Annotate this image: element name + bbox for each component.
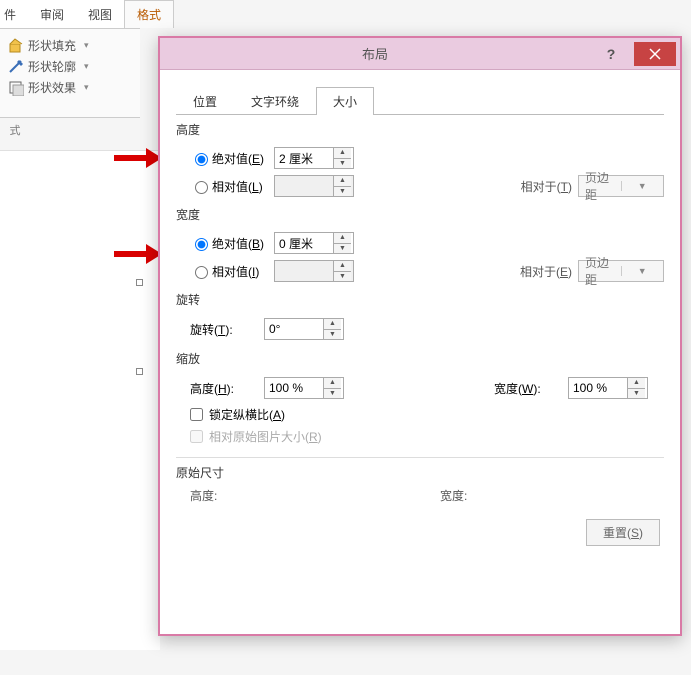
shape-effects-button[interactable]: 形状效果 ▾	[4, 77, 136, 98]
dropdown-icon: ▾	[84, 82, 89, 93]
width-absolute-radio[interactable]: 绝对值(B)	[190, 235, 274, 252]
spin-up-icon[interactable]: ▲	[324, 378, 341, 389]
scale-title: 缩放	[176, 350, 664, 367]
original-height-label: 高度:	[190, 487, 440, 509]
shape-effects-label: 形状效果	[28, 79, 76, 96]
rotate-spinner[interactable]: ▲▼	[264, 318, 344, 340]
spin-up-icon[interactable]: ▲	[628, 378, 645, 389]
spin-down-icon[interactable]: ▼	[334, 244, 351, 254]
scale-height-label: 高度(H):	[190, 380, 264, 397]
tab-size[interactable]: 大小	[316, 87, 374, 115]
relative-original-input	[190, 430, 203, 443]
shape-fill-button[interactable]: 形状填充 ▾	[4, 35, 136, 56]
width-absolute-input[interactable]	[275, 233, 333, 253]
dropdown-icon: ▾	[84, 40, 89, 51]
spin-up-icon: ▲	[334, 176, 351, 187]
spin-up-icon[interactable]: ▲	[334, 148, 351, 159]
ribbon-panel: 形状填充 ▾ 形状轮廓 ▾ 形状效果 ▾	[0, 28, 140, 118]
dialog-title: 布局	[160, 44, 590, 63]
width-relative-to-label: 相对于(E)	[520, 263, 572, 280]
combo-value: 页边距	[579, 169, 621, 203]
lock-aspect-input[interactable]	[190, 408, 203, 421]
tab-review[interactable]: 审阅	[28, 1, 76, 28]
tab-format[interactable]: 格式	[124, 0, 174, 28]
rotate-label: 旋转(T):	[190, 321, 264, 338]
spin-up-icon[interactable]: ▲	[324, 319, 341, 330]
height-relative-spinner: ▲▼	[274, 175, 354, 197]
selection-handle[interactable]	[136, 368, 143, 375]
scale-width-spinner[interactable]: ▲▼	[568, 377, 648, 399]
width-absolute-radio-input[interactable]	[195, 238, 208, 251]
chevron-down-icon: ▼	[621, 266, 664, 276]
original-size-section: 原始尺寸 高度: 宽度: 重置(S)	[176, 464, 664, 546]
selection-handle[interactable]	[136, 279, 143, 286]
chevron-down-icon: ▼	[621, 181, 664, 191]
width-relative-radio[interactable]: 相对值(I)	[190, 263, 274, 280]
original-size-title: 原始尺寸	[176, 464, 664, 481]
scale-section: 缩放 高度(H): ▲▼ 宽度(W): ▲▼ 锁定纵横比(A)	[176, 350, 664, 447]
shape-outline-icon	[8, 59, 24, 75]
dialog-titlebar[interactable]: 布局 ?	[160, 38, 680, 70]
lock-aspect-checkbox[interactable]: 锁定纵横比(A)	[190, 403, 664, 425]
ribbon-tab-strip: 件 审阅 视图 格式	[0, 0, 174, 28]
dropdown-icon: ▾	[84, 61, 89, 72]
rotate-input[interactable]	[265, 319, 323, 339]
ribbon-group-label: 式	[0, 122, 30, 138]
spin-down-icon: ▼	[334, 272, 351, 282]
close-button[interactable]	[634, 42, 676, 66]
shape-outline-button[interactable]: 形状轮廓 ▾	[4, 56, 136, 77]
spin-up-icon[interactable]: ▲	[334, 233, 351, 244]
shape-effects-icon	[8, 80, 24, 96]
height-section: 高度 绝对值(E) ▲▼ 相对值(L) ▲▼	[176, 121, 664, 200]
height-absolute-input[interactable]	[275, 148, 333, 168]
spin-down-icon[interactable]: ▼	[324, 330, 341, 340]
spin-down-icon[interactable]: ▼	[628, 389, 645, 399]
height-absolute-spinner[interactable]: ▲▼	[274, 147, 354, 169]
shape-outline-label: 形状轮廓	[28, 58, 76, 75]
tab-text-wrapping[interactable]: 文字环绕	[234, 87, 316, 115]
width-relative-spinner: ▲▼	[274, 260, 354, 282]
width-relative-input	[275, 261, 333, 281]
height-relative-radio-input[interactable]	[195, 181, 208, 194]
tab-file-fragment[interactable]: 件	[0, 1, 28, 28]
scale-width-label: 宽度(W):	[494, 380, 568, 397]
reset-button: 重置(S)	[586, 519, 660, 546]
height-relative-to-label: 相对于(T)	[521, 178, 572, 195]
combo-value: 页边距	[579, 254, 621, 288]
height-relative-input	[275, 176, 333, 196]
height-absolute-radio[interactable]: 绝对值(E)	[190, 150, 274, 167]
tab-position[interactable]: 位置	[176, 87, 234, 115]
height-absolute-radio-input[interactable]	[195, 153, 208, 166]
scale-height-spinner[interactable]: ▲▼	[264, 377, 344, 399]
scale-width-input[interactable]	[569, 378, 627, 398]
height-relative-to-combo: 页边距 ▼	[578, 175, 664, 197]
width-relative-radio-input[interactable]	[195, 266, 208, 279]
spin-down-icon[interactable]: ▼	[324, 389, 341, 399]
spin-down-icon: ▼	[334, 187, 351, 197]
document-canvas	[0, 150, 160, 650]
rotate-section: 旋转 旋转(T): ▲▼	[176, 291, 664, 344]
spin-down-icon[interactable]: ▼	[334, 159, 351, 169]
original-width-label: 宽度:	[440, 487, 467, 509]
scale-height-input[interactable]	[265, 378, 323, 398]
relative-original-checkbox: 相对原始图片大小(R)	[190, 425, 664, 447]
tab-view[interactable]: 视图	[76, 1, 124, 28]
height-title: 高度	[176, 121, 664, 138]
spin-up-icon: ▲	[334, 261, 351, 272]
width-section: 宽度 绝对值(B) ▲▼ 相对值(I) ▲▼	[176, 206, 664, 285]
shape-fill-icon	[8, 38, 24, 54]
width-title: 宽度	[176, 206, 664, 223]
close-icon	[649, 48, 661, 60]
dialog-tabs: 位置 文字环绕 大小	[176, 86, 664, 115]
rotate-title: 旋转	[176, 291, 664, 308]
layout-dialog: 布局 ? 位置 文字环绕 大小 高度 绝对值(E) ▲▼	[158, 36, 682, 636]
shape-fill-label: 形状填充	[28, 37, 76, 54]
width-relative-to-combo: 页边距 ▼	[578, 260, 664, 282]
width-absolute-spinner[interactable]: ▲▼	[274, 232, 354, 254]
height-relative-radio[interactable]: 相对值(L)	[190, 178, 274, 195]
help-button[interactable]: ?	[590, 42, 632, 66]
